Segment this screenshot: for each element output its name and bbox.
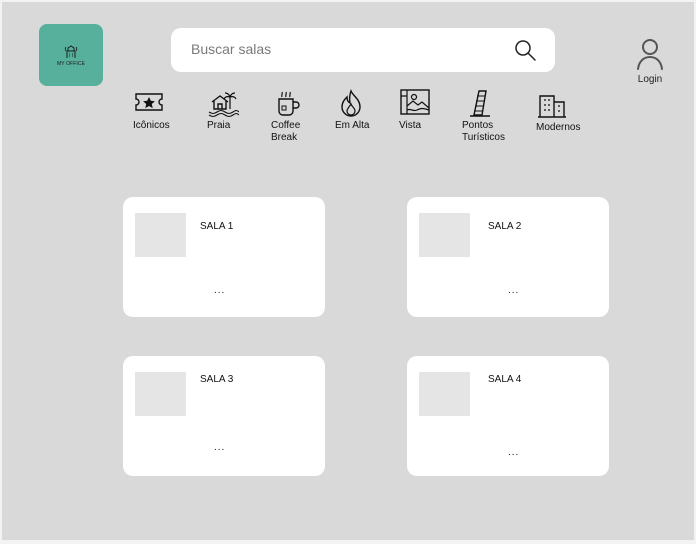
search-icon[interactable] xyxy=(513,38,537,62)
coffee-cup-icon xyxy=(278,91,300,116)
room-more: ... xyxy=(508,285,520,296)
room-thumbnail xyxy=(135,372,186,416)
beach-house-icon xyxy=(208,92,239,118)
leaning-tower-icon xyxy=(470,90,490,117)
ticket-star-icon xyxy=(135,93,163,111)
room-card-1[interactable]: SALA 1 ... xyxy=(123,197,325,317)
room-more: ... xyxy=(508,447,520,458)
category-label: Vista xyxy=(399,120,422,131)
modern-building-icon xyxy=(538,95,566,118)
category-coffee-break[interactable]: Coffee Break xyxy=(271,88,303,144)
category-label: Em Alta xyxy=(335,120,370,131)
room-card-3[interactable]: SALA 3 ... xyxy=(123,356,325,476)
app-frame: MY OFFICE Login Icônicos Praia xyxy=(2,2,694,540)
category-vista[interactable]: Vista xyxy=(399,88,431,132)
room-thumbnail xyxy=(419,213,470,257)
landscape-icon xyxy=(400,89,430,115)
flame-icon xyxy=(341,88,361,117)
category-label: Coffee Break xyxy=(271,120,301,143)
category-label: Modernos xyxy=(536,122,581,133)
login-label: Login xyxy=(637,74,663,85)
building-icon xyxy=(64,44,78,58)
room-more: ... xyxy=(214,285,226,296)
room-title: SALA 1 xyxy=(200,221,234,232)
brand-logo[interactable]: MY OFFICE xyxy=(39,24,103,86)
search-bar[interactable] xyxy=(171,28,555,72)
user-icon xyxy=(637,39,663,70)
category-iconicos[interactable]: Icônicos xyxy=(133,88,170,132)
room-card-2[interactable]: SALA 2 ... xyxy=(407,197,609,317)
search-input[interactable] xyxy=(189,36,493,62)
category-modernos[interactable]: Modernos xyxy=(536,90,580,134)
category-label: Pontos Turísticos xyxy=(462,120,505,143)
room-thumbnail xyxy=(135,213,186,257)
category-label: Praia xyxy=(207,120,231,131)
category-praia[interactable]: Praia xyxy=(207,88,239,132)
category-label: Icônicos xyxy=(133,120,170,131)
login-button[interactable]: Login xyxy=(632,37,668,97)
room-card-4[interactable]: SALA 4 ... xyxy=(407,356,609,476)
room-thumbnail xyxy=(419,372,470,416)
category-em-alta[interactable]: Em Alta xyxy=(335,88,369,132)
room-more: ... xyxy=(214,442,226,453)
room-title: SALA 4 xyxy=(488,374,522,385)
room-title: SALA 2 xyxy=(488,221,522,232)
logo-text: MY OFFICE xyxy=(56,60,86,67)
room-title: SALA 3 xyxy=(200,374,234,385)
category-pontos-turisticos[interactable]: Pontos Turísticos xyxy=(462,88,505,144)
